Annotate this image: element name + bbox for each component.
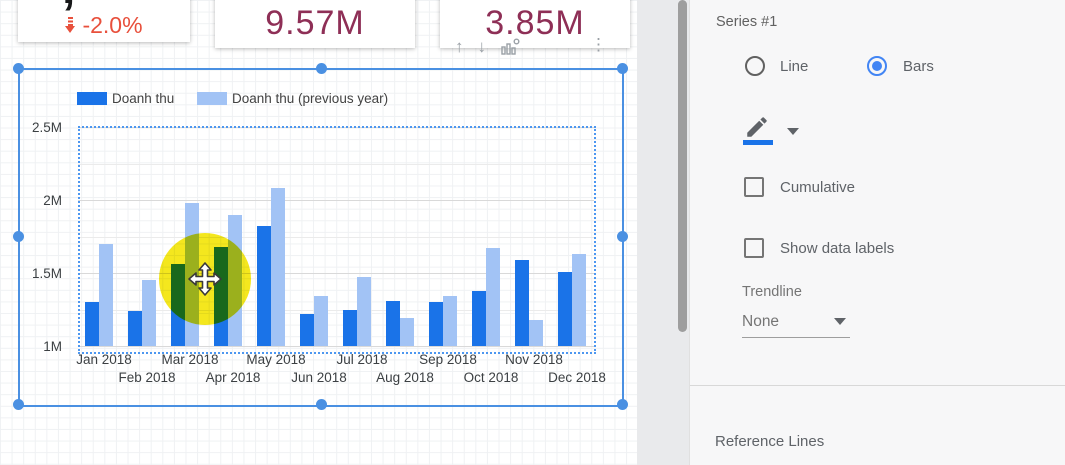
x-tick-label: Aug 2018 bbox=[376, 370, 434, 385]
bar-doanh-thu bbox=[472, 290, 486, 346]
selection-handle-left-mid[interactable] bbox=[13, 231, 24, 242]
show-data-labels-label[interactable]: Show data labels bbox=[780, 240, 894, 257]
show-data-labels-checkbox[interactable] bbox=[744, 238, 764, 258]
sort-up-icon[interactable]: ↑ bbox=[455, 37, 464, 57]
x-tick-label: Nov 2018 bbox=[505, 352, 563, 367]
change-row: -2.0% bbox=[18, 12, 190, 39]
vertical-scrollbar[interactable] bbox=[678, 0, 687, 332]
series-section-title: Series #1 bbox=[716, 14, 778, 30]
y-tick-label: 1M bbox=[43, 339, 62, 354]
bar-doanh-thu bbox=[85, 302, 99, 346]
y-tick-label: 1.5M bbox=[31, 266, 62, 281]
bar-previous-year bbox=[529, 319, 543, 346]
scorecard-title: Doanh thu Online bbox=[440, 0, 630, 2]
x-tick-label: Sep 2018 bbox=[419, 352, 477, 367]
panel-divider bbox=[690, 385, 1065, 386]
x-tick-label: May 2018 bbox=[246, 352, 306, 367]
trendline-underline bbox=[742, 337, 850, 338]
bar-doanh-thu bbox=[429, 302, 443, 346]
y-tick-label: 2M bbox=[43, 193, 62, 208]
reference-lines-title: Reference Lines bbox=[715, 433, 825, 450]
trendline-select[interactable]: None bbox=[742, 313, 779, 331]
radio-bars-label[interactable]: Bars bbox=[903, 58, 934, 75]
trendline-label: Trendline bbox=[742, 284, 802, 300]
selection-handle-bottom-right[interactable] bbox=[617, 399, 628, 410]
legend-swatch-doanh-thu bbox=[77, 92, 107, 105]
scorecard-value: 9.57M bbox=[265, 4, 365, 42]
more-options-icon[interactable]: ⋮ bbox=[590, 36, 607, 53]
radio-bars[interactable] bbox=[867, 56, 887, 76]
trendline-caret-icon[interactable] bbox=[834, 318, 846, 325]
bar-previous-year bbox=[572, 254, 586, 346]
bar-previous-year bbox=[357, 277, 371, 346]
series-color-pencil-icon[interactable] bbox=[744, 114, 770, 140]
x-tick-label: Jun 2018 bbox=[291, 370, 347, 385]
bar-previous-year bbox=[486, 248, 500, 346]
selection-handle-bottom-left[interactable] bbox=[13, 399, 24, 410]
x-tick-label: Apr 2018 bbox=[205, 370, 261, 385]
scorecard-value-fragment: , bbox=[62, 0, 75, 12]
x-tick-label: Dec 2018 bbox=[548, 370, 606, 385]
selection-handle-bottom-mid[interactable] bbox=[316, 399, 327, 410]
series-color-swatch[interactable] bbox=[743, 140, 773, 145]
x-tick-label: Mar 2018 bbox=[161, 352, 219, 367]
bar-previous-year bbox=[400, 318, 414, 346]
bar-previous-year bbox=[271, 188, 285, 346]
x-tick-label: Jul 2018 bbox=[336, 352, 388, 367]
legend-swatch-previous-year bbox=[197, 92, 227, 105]
bar-doanh-thu bbox=[386, 300, 400, 346]
bar-doanh-thu bbox=[257, 226, 271, 346]
down-arrow-icon bbox=[65, 17, 76, 34]
radio-line[interactable] bbox=[745, 56, 765, 76]
sort-down-icon[interactable]: ↓ bbox=[478, 37, 487, 57]
selection-handle-top-right[interactable] bbox=[617, 63, 628, 74]
selection-handle-right-mid[interactable] bbox=[617, 231, 628, 242]
cumulative-checkbox[interactable] bbox=[744, 177, 764, 197]
move-cursor-icon bbox=[188, 262, 222, 296]
scorecard-title: Doanh thu Store bbox=[215, 0, 415, 2]
bar-doanh-thu bbox=[343, 309, 357, 346]
y-tick-label: 2.5M bbox=[31, 120, 62, 135]
bar-previous-year bbox=[314, 296, 328, 346]
cumulative-label[interactable]: Cumulative bbox=[780, 179, 855, 196]
radio-line-label[interactable]: Line bbox=[780, 58, 808, 75]
bar-previous-year bbox=[443, 296, 457, 346]
bar-previous-year bbox=[99, 243, 113, 346]
x-tick-label: Oct 2018 bbox=[463, 370, 519, 385]
legend-label: Doanh thu bbox=[112, 91, 175, 106]
bar-doanh-thu bbox=[515, 259, 529, 346]
change-value: -2.0% bbox=[82, 12, 143, 38]
x-tick-label: Feb 2018 bbox=[118, 370, 176, 385]
scorecard-change[interactable]: , -2.0% bbox=[18, 0, 190, 42]
selection-handle-top-left[interactable] bbox=[13, 63, 24, 74]
scorecard-doanh-thu-store[interactable]: Doanh thu Store 9.57M bbox=[215, 0, 415, 48]
bar-previous-year bbox=[142, 280, 156, 346]
bar-doanh-thu bbox=[300, 313, 314, 346]
scorecard-toolbar: ↑ ↓ bbox=[455, 37, 520, 57]
selection-handle-top-mid[interactable] bbox=[316, 63, 327, 74]
color-dropdown-caret-icon[interactable] bbox=[787, 128, 799, 135]
legend-label: Doanh thu (previous year) bbox=[232, 91, 389, 106]
bar-doanh-thu bbox=[128, 310, 142, 346]
x-tick-label: Jan 2018 bbox=[76, 352, 132, 367]
design-canvas[interactable]: , -2.0% Doanh thu Store 9.57M Doanh thu … bbox=[0, 0, 637, 465]
chart-options-icon[interactable] bbox=[500, 38, 520, 56]
bar-doanh-thu bbox=[558, 271, 572, 346]
